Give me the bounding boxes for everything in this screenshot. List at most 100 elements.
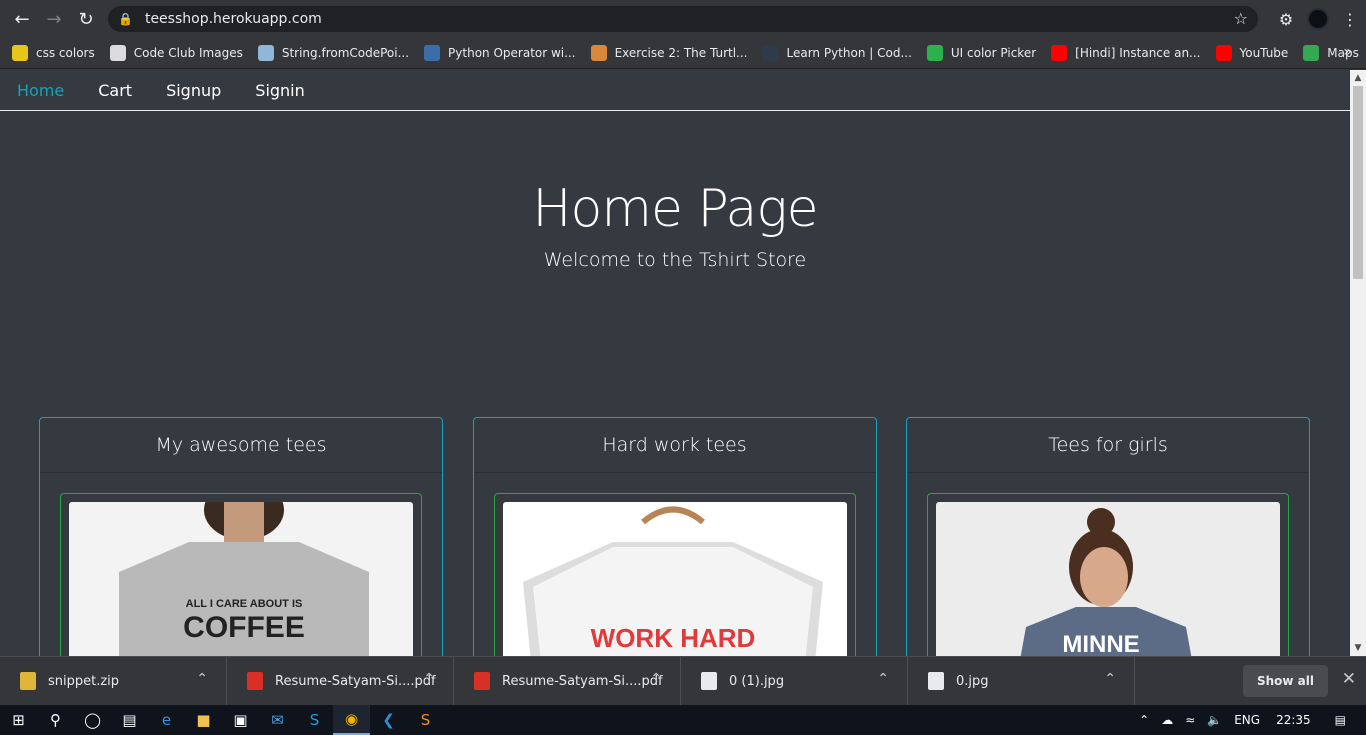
wifi-icon[interactable]: ≈ — [1185, 713, 1195, 727]
windows-taskbar: ⊞ ⚲ ◯ ▤ e ■ ▣ ✉ S ◉ ❮ S ⌃ ☁ ≈ 🔈 ENG 22:3… — [0, 705, 1366, 735]
site-navbar: Home Cart Signup Signin — [0, 70, 1350, 111]
bookmark-star-icon[interactable]: ☆ — [1234, 9, 1248, 28]
bookmark-favicon — [257, 45, 274, 61]
product-card: Hard work tees WORK HARD — [472, 417, 877, 656]
onedrive-icon[interactable]: ☁ — [1161, 713, 1173, 727]
url-text: teesshop.herokuapp.com — [144, 11, 322, 27]
download-item[interactable]: 0.jpg ⌃ — [908, 656, 1135, 706]
bookmark-favicon — [762, 45, 779, 61]
page-title: Home Page — [532, 179, 818, 239]
tshirt-print: WORK HARD — [590, 623, 755, 653]
download-item[interactable]: Resume-Satyam-Si....pdf ⌃ — [454, 656, 681, 706]
chevron-up-icon[interactable]: ⌃ — [1104, 671, 1116, 687]
bookmark-item[interactable]: Learn Python | Cod... — [762, 45, 912, 61]
tshirt-print: MINNE — [1062, 631, 1139, 656]
clock[interactable]: 22:35 — [1276, 713, 1311, 727]
product-card: Tees for girls MINNE — [906, 417, 1310, 656]
chrome-icon[interactable]: ◉ — [333, 705, 370, 735]
bookmark-item[interactable]: String.fromCodePoi... — [257, 45, 409, 61]
pdf-file-icon — [247, 672, 263, 690]
download-item[interactable]: snippet.zip ⌃ — [0, 656, 227, 706]
image-frame: MINNE — [927, 493, 1289, 656]
chevron-up-icon[interactable]: ⌃ — [423, 671, 435, 687]
page-content: Home Cart Signup Signin Home Page Welcom… — [0, 70, 1350, 656]
lock-icon: 🔒 — [118, 12, 133, 26]
image-file-icon — [701, 672, 717, 690]
windows-start-icon[interactable]: ⊞ — [0, 705, 37, 735]
card-title: Hard work tees — [473, 418, 876, 473]
bookmark-item[interactable]: Code Club Images — [109, 45, 243, 61]
system-tray: ⌃ ☁ ≈ 🔈 ENG 22:35 ▤ — [1139, 705, 1366, 735]
chevron-up-icon[interactable]: ⌃ — [650, 671, 662, 687]
download-shelf: snippet.zip ⌃ Resume-Satyam-Si....pdf ⌃ Re… — [0, 656, 1366, 706]
bookmark-favicon — [1215, 45, 1232, 61]
bookmark-item[interactable]: Python Operator wi... — [424, 45, 576, 61]
bookmark-favicon — [424, 45, 441, 61]
skype-icon[interactable]: S — [296, 705, 333, 735]
bookmark-favicon — [1303, 45, 1320, 61]
nav-signin-link[interactable]: Signin — [255, 81, 304, 100]
reload-icon[interactable]: ↻ — [70, 3, 102, 35]
zip-file-icon — [20, 672, 36, 690]
chevron-up-icon[interactable]: ⌃ — [877, 671, 889, 687]
address-bar[interactable]: 🔒 teesshop.herokuapp.com ☆ — [108, 6, 1258, 32]
pdf-file-icon — [474, 672, 490, 690]
volume-icon[interactable]: 🔈 — [1207, 713, 1222, 727]
tshirt-image[interactable]: WORK HARD — [502, 502, 847, 656]
download-item[interactable]: Resume-Satyam-Si....pdf ⌃ — [227, 656, 454, 706]
tshirt-print-line1: ALL I CARE ABOUT IS — [186, 598, 303, 610]
back-icon[interactable]: ← — [6, 3, 38, 35]
browser-toolbar: ← → ↻ 🔒 teesshop.herokuapp.com ☆ ⚙ ⋮ — [0, 0, 1366, 38]
hero-section: Home Page Welcome to the Tshirt Store — [0, 111, 1350, 271]
bookmark-favicon — [12, 45, 28, 61]
bookmark-favicon — [1051, 45, 1068, 61]
download-item[interactable]: 0 (1).jpg ⌃ — [681, 656, 908, 706]
bookmark-favicon — [926, 45, 943, 61]
bookmark-favicon — [109, 45, 126, 61]
extensions-icon[interactable]: ⚙ — [1270, 10, 1302, 29]
notification-icon[interactable]: ▤ — [1335, 713, 1346, 727]
task-view-icon[interactable]: ▤ — [111, 705, 148, 735]
bookmark-item[interactable]: Exercise 2: The Turtl... — [590, 45, 747, 61]
bookmark-item[interactable]: UI color Picker — [926, 45, 1036, 61]
scroll-thumb[interactable] — [1353, 86, 1363, 279]
tshirt-image[interactable]: ALL I CARE ABOUT IS COFFEE — [69, 502, 413, 656]
chevron-up-icon[interactable]: ⌃ — [1139, 713, 1149, 727]
product-cards: My awesome tees ALL I CARE ABOUT IS COFF… — [39, 417, 1310, 656]
image-frame: WORK HARD — [493, 493, 856, 656]
bookmark-item[interactable]: css colors — [12, 45, 95, 61]
scroll-down-icon[interactable]: ▼ — [1350, 640, 1366, 656]
profile-avatar[interactable] — [1307, 8, 1329, 30]
search-icon[interactable]: ⚲ — [37, 705, 74, 735]
nav-home-link[interactable]: Home — [17, 81, 64, 100]
forward-icon[interactable]: → — [38, 3, 70, 35]
tshirt-print-line2: COFFEE — [183, 611, 305, 644]
product-card: My awesome tees ALL I CARE ABOUT IS COFF… — [39, 417, 443, 656]
bookmarks-bar: css colors Code Club Images String.fromC… — [0, 38, 1366, 69]
image-frame: ALL I CARE ABOUT IS COFFEE — [60, 493, 422, 656]
nav-signup-link[interactable]: Signup — [166, 81, 221, 100]
page-subtitle: Welcome to the Tshirt Store — [543, 249, 807, 271]
show-all-button[interactable]: Show all — [1242, 665, 1328, 697]
vscode-icon[interactable]: ❮ — [370, 705, 407, 735]
bookmark-item[interactable]: [Hindi] Instance an... — [1051, 45, 1201, 61]
mail-icon[interactable]: ✉ — [259, 705, 296, 735]
tshirt-image[interactable]: MINNE — [936, 502, 1280, 656]
sublime-icon[interactable]: S — [407, 705, 444, 735]
menu-kebab-icon[interactable]: ⋮ — [1334, 10, 1366, 29]
card-title: My awesome tees — [40, 418, 442, 473]
page-scrollbar[interactable]: ▲ ▼ — [1350, 70, 1366, 656]
cortana-icon[interactable]: ◯ — [74, 705, 111, 735]
scroll-up-icon[interactable]: ▲ — [1350, 70, 1366, 86]
bookmark-item[interactable]: YouTube — [1215, 45, 1288, 61]
bookmarks-overflow-icon[interactable]: » — [1343, 44, 1352, 60]
chevron-up-icon[interactable]: ⌃ — [196, 671, 208, 687]
close-icon[interactable]: ✕ — [1342, 669, 1356, 689]
bookmark-favicon — [590, 45, 607, 61]
edge-icon[interactable]: e — [148, 705, 185, 735]
store-icon[interactable]: ▣ — [222, 705, 259, 735]
file-explorer-icon[interactable]: ■ — [185, 705, 222, 735]
nav-cart-link[interactable]: Cart — [98, 81, 132, 100]
card-title: Tees for girls — [907, 418, 1309, 473]
language-indicator[interactable]: ENG — [1234, 713, 1260, 727]
